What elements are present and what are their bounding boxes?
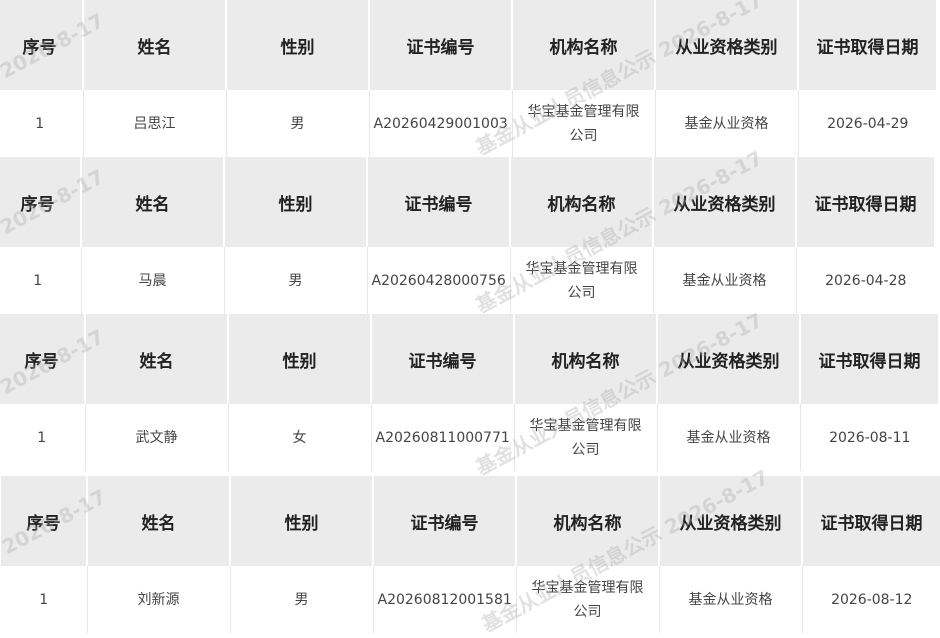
column-header-index: 序号 [0,314,86,404]
table-row: 1 马晨 男 A20260428000756 华宝基金管理有限公司 基金从业资格… [0,247,935,314]
table-header-row: 序号 姓名 性别 证书编号 机构名称 从业资格类别 证书取得日期 [0,0,937,90]
cell-gender: 男 [224,247,368,314]
cell-category: 基金从业资格 [653,247,797,314]
column-header-cert-no: 证书编号 [369,0,513,90]
cell-index: 1 [0,247,82,314]
column-header-gender: 性别 [230,476,374,566]
column-header-gender: 性别 [226,0,370,90]
column-header-cert-no: 证书编号 [373,476,517,566]
cell-index: 1 [1,566,88,633]
cell-gender: 男 [230,566,374,633]
cell-name: 刘新源 [87,566,231,633]
column-header-org: 机构名称 [516,476,660,566]
table-header-row: 序号 姓名 性别 证书编号 机构名称 从业资格类别 证书取得日期 [0,314,939,404]
cell-category: 基金从业资格 [659,566,803,633]
cell-index: 1 [0,90,84,157]
cell-date: 2026-04-28 [796,247,935,314]
table-header-row: 序号 姓名 性别 证书编号 机构名称 从业资格类别 证书取得日期 [1,476,940,566]
cell-gender: 男 [226,90,370,157]
cell-name: 马晨 [81,247,225,314]
cell-org: 华宝基金管理有限公司 [510,247,654,314]
cell-org-text: 华宝基金管理有限公司 [527,103,640,144]
record-table: 序号 姓名 性别 证书编号 机构名称 从业资格类别 证书取得日期 1 马晨 男 … [0,157,935,314]
cell-cert-no: A20260429001003 [369,90,513,157]
column-header-index: 序号 [0,157,82,247]
column-header-date: 证书取得日期 [796,157,935,247]
column-header-cert-no: 证书编号 [367,157,511,247]
column-header-category: 从业资格类别 [653,157,797,247]
column-header-index: 序号 [0,0,84,90]
cell-index: 1 [0,404,86,471]
column-header-name: 姓名 [87,476,231,566]
column-header-name: 姓名 [85,314,229,404]
table-row: 1 刘新源 男 A20260812001581 华宝基金管理有限公司 基金从业资… [1,566,940,633]
cell-date: 2026-08-11 [800,404,939,471]
column-header-gender: 性别 [224,157,368,247]
column-header-org: 机构名称 [510,157,654,247]
cell-org-text: 华宝基金管理有限公司 [531,579,644,620]
cell-name: 吕思江 [83,90,227,157]
column-header-org: 机构名称 [512,0,656,90]
cell-date: 2026-08-12 [802,566,940,633]
cell-org: 华宝基金管理有限公司 [516,566,660,633]
cell-gender: 女 [228,404,372,471]
column-header-org: 机构名称 [514,314,658,404]
record-table-1: 序号 姓名 性别 证书编号 机构名称 从业资格类别 证书取得日期 1 吕思江 男… [0,0,937,157]
cell-category: 基金从业资格 [657,404,801,471]
record-table: 序号 姓名 性别 证书编号 机构名称 从业资格类别 证书取得日期 1 武文静 女… [0,314,939,471]
column-header-name: 姓名 [81,157,225,247]
cell-org-text: 华宝基金管理有限公司 [529,417,642,458]
cell-date: 2026-04-29 [798,90,937,157]
cell-category: 基金从业资格 [655,90,799,157]
column-header-category: 从业资格类别 [657,314,801,404]
column-header-name: 姓名 [83,0,227,90]
column-header-date: 证书取得日期 [802,476,940,566]
cell-name: 武文静 [85,404,229,471]
cell-org: 华宝基金管理有限公司 [514,404,658,471]
column-header-date: 证书取得日期 [800,314,939,404]
record-table: 序号 姓名 性别 证书编号 机构名称 从业资格类别 证书取得日期 1 刘新源 男… [1,476,940,633]
record-table-4: 序号 姓名 性别 证书编号 机构名称 从业资格类别 证书取得日期 1 刘新源 男… [1,476,940,633]
record-table-3: 序号 姓名 性别 证书编号 机构名称 从业资格类别 证书取得日期 1 武文静 女… [0,314,939,471]
column-header-gender: 性别 [228,314,372,404]
record-table: 序号 姓名 性别 证书编号 机构名称 从业资格类别 证书取得日期 1 吕思江 男… [0,0,937,157]
column-header-category: 从业资格类别 [655,0,799,90]
table-row: 1 吕思江 男 A20260429001003 华宝基金管理有限公司 基金从业资… [0,90,937,157]
cell-cert-no: A20260812001581 [373,566,517,633]
cell-cert-no: A20260428000756 [367,247,511,314]
column-header-date: 证书取得日期 [798,0,937,90]
cell-org: 华宝基金管理有限公司 [512,90,656,157]
table-header-row: 序号 姓名 性别 证书编号 机构名称 从业资格类别 证书取得日期 [0,157,935,247]
cell-org-text: 华宝基金管理有限公司 [525,260,638,301]
record-table-2: 序号 姓名 性别 证书编号 机构名称 从业资格类别 证书取得日期 1 马晨 男 … [0,157,935,314]
cell-cert-no: A20260811000771 [371,404,515,471]
column-header-cert-no: 证书编号 [371,314,515,404]
column-header-index: 序号 [1,476,88,566]
column-header-category: 从业资格类别 [659,476,803,566]
table-row: 1 武文静 女 A20260811000771 华宝基金管理有限公司 基金从业资… [0,404,939,471]
